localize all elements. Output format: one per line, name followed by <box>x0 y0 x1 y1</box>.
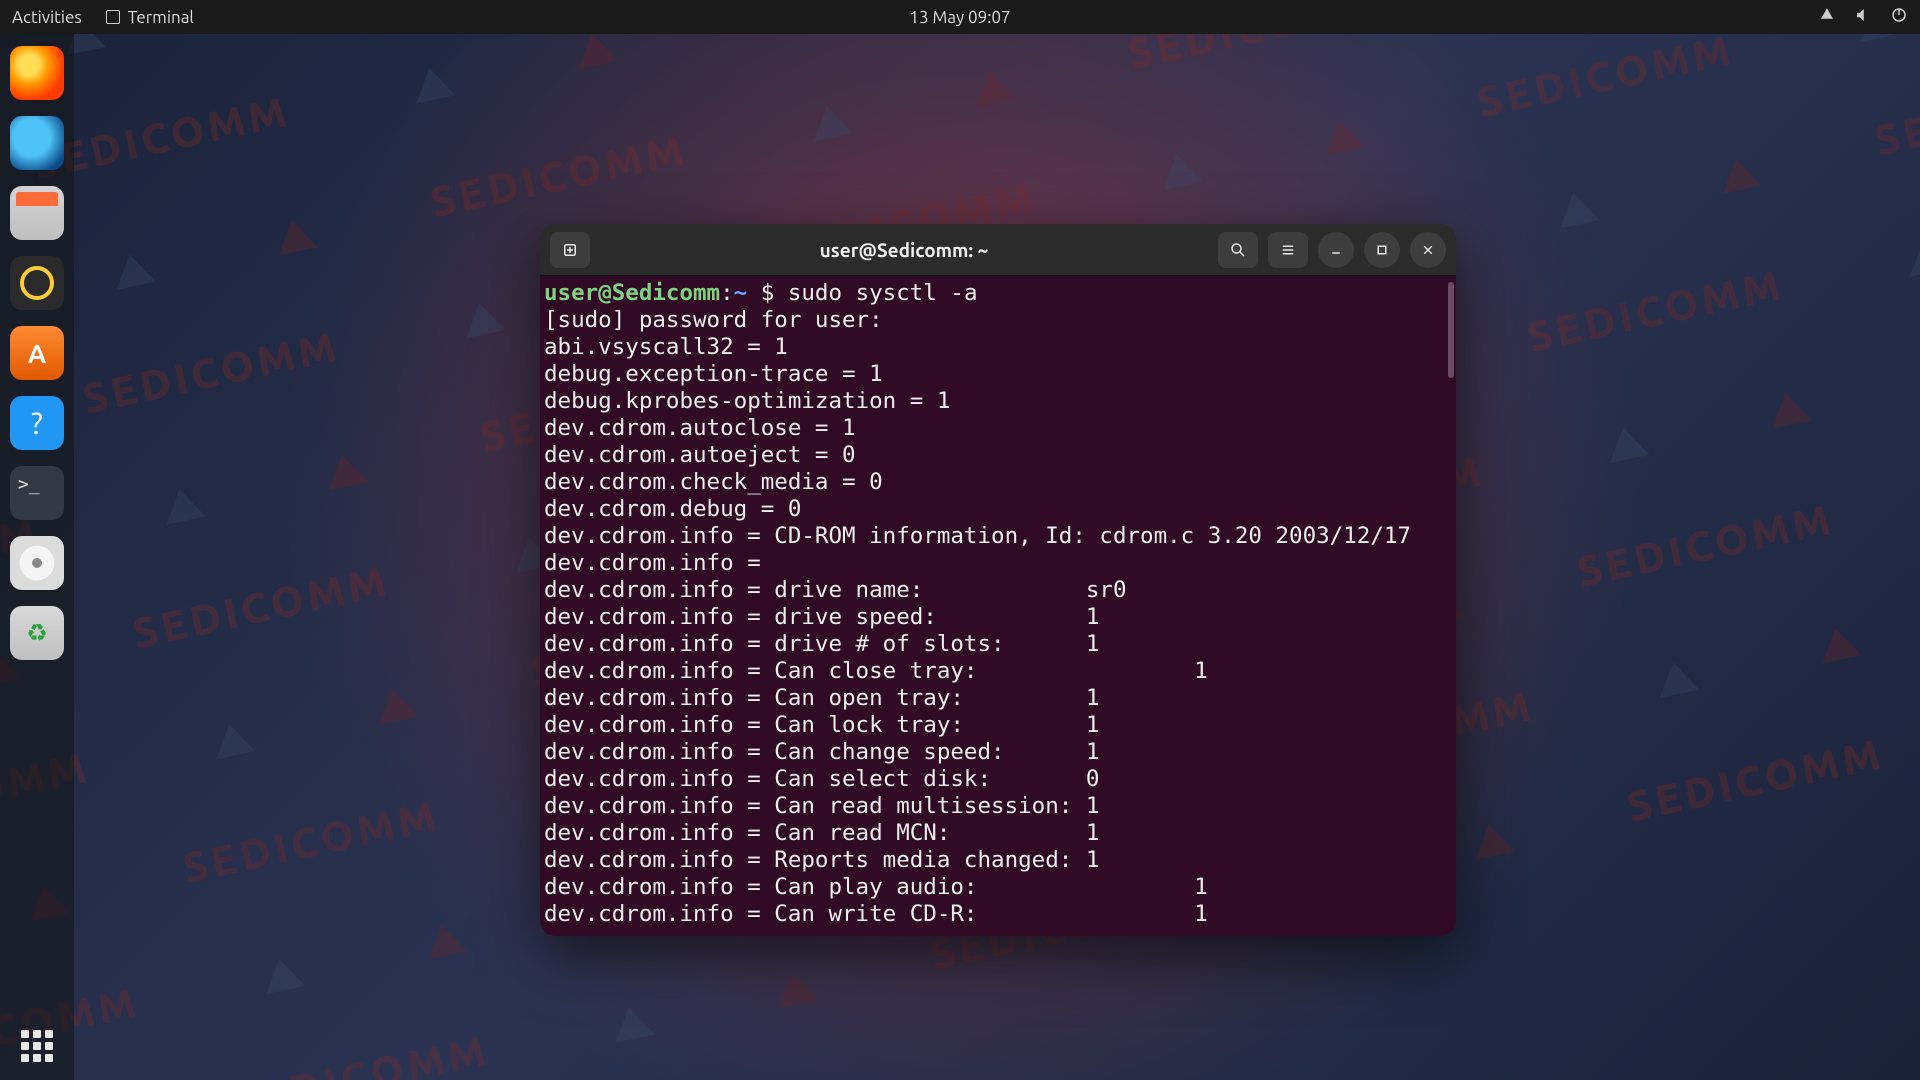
disc-icon[interactable] <box>10 536 64 590</box>
terminal-line: debug.exception-trace = 1 <box>544 361 883 387</box>
terminal-scrollbar[interactable] <box>1448 282 1454 378</box>
dock: ? <box>0 34 74 1080</box>
show-applications-button[interactable] <box>21 1030 53 1062</box>
firefox-icon[interactable] <box>10 46 64 100</box>
maximize-button[interactable] <box>1364 232 1400 268</box>
terminal-line: dev.cdrom.autoclose = 1 <box>544 415 856 441</box>
terminal-line: dev.cdrom.info = Can write CD-R: 1 <box>544 901 1208 927</box>
prompt-userhost: user@Sedicomm <box>544 280 720 306</box>
terminal-line: dev.cdrom.check_media = 0 <box>544 469 883 495</box>
terminal-titlebar[interactable]: user@Sedicomm: ~ <box>540 224 1456 276</box>
terminal-line: dev.cdrom.info = Can change speed: 1 <box>544 739 1099 765</box>
trash-icon[interactable] <box>10 606 64 660</box>
terminal-line: dev.cdrom.info = Can lock tray: 1 <box>544 712 1099 738</box>
menu-button[interactable] <box>1268 232 1308 268</box>
power-icon[interactable] <box>1890 6 1908 28</box>
prompt-colon: : <box>720 280 734 306</box>
terminal-window: user@Sedicomm: ~ user@Sedicomm:~ $ sudo … <box>540 224 1456 936</box>
close-button[interactable] <box>1410 232 1446 268</box>
terminal-body[interactable]: user@Sedicomm:~ $ sudo sysctl -a [sudo] … <box>540 276 1456 936</box>
terminal-line: dev.cdrom.info = CD-ROM information, Id:… <box>544 523 1411 549</box>
thunderbird-icon[interactable] <box>10 116 64 170</box>
network-icon[interactable] <box>1818 6 1836 28</box>
terminal-line: dev.cdrom.info = Can close tray: 1 <box>544 658 1208 684</box>
app-indicator[interactable]: Terminal <box>106 8 194 27</box>
search-button[interactable] <box>1218 232 1258 268</box>
terminal-line: dev.cdrom.info = Can read multisession: … <box>544 793 1099 819</box>
terminal-line: dev.cdrom.info = Can open tray: 1 <box>544 685 1099 711</box>
terminal-line: abi.vsyscall32 = 1 <box>544 334 788 360</box>
terminal-line: dev.cdrom.debug = 0 <box>544 496 801 522</box>
terminal-line: dev.cdrom.info = Can read MCN: 1 <box>544 820 1099 846</box>
prompt-path: ~ <box>734 280 748 306</box>
software-icon[interactable] <box>10 326 64 380</box>
terminal-line: dev.cdrom.info = Can play audio: 1 <box>544 874 1208 900</box>
volume-icon[interactable] <box>1854 6 1872 28</box>
help-icon[interactable]: ? <box>10 396 64 450</box>
app-indicator-label: Terminal <box>128 8 194 27</box>
prompt-dollar: $ <box>761 280 775 306</box>
new-tab-button[interactable] <box>550 232 590 268</box>
terminal-dock-icon[interactable] <box>10 466 64 520</box>
terminal-line: dev.cdrom.autoeject = 0 <box>544 442 856 468</box>
terminal-content: user@Sedicomm:~ $ sudo sysctl -a [sudo] … <box>544 280 1448 928</box>
terminal-command: sudo sysctl -a <box>788 280 978 306</box>
terminal-line: dev.cdrom.info = drive name: sr0 <box>544 577 1126 603</box>
minimize-button[interactable] <box>1318 232 1354 268</box>
rhythmbox-icon[interactable] <box>10 256 64 310</box>
terminal-title: user@Sedicomm: ~ <box>598 239 1210 261</box>
terminal-line: [sudo] password for user: <box>544 307 883 333</box>
terminal-line: dev.cdrom.info = drive speed: 1 <box>544 604 1099 630</box>
activities-button[interactable]: Activities <box>12 8 82 27</box>
terminal-line: dev.cdrom.info = <box>544 550 761 576</box>
terminal-line: dev.cdrom.info = Can select disk: 0 <box>544 766 1099 792</box>
terminal-app-icon <box>106 10 120 24</box>
terminal-line: dev.cdrom.info = drive # of slots: 1 <box>544 631 1099 657</box>
terminal-line: debug.kprobes-optimization = 1 <box>544 388 950 414</box>
terminal-line: dev.cdrom.info = Reports media changed: … <box>544 847 1099 873</box>
top-bar: Activities Terminal 13 May 09:07 <box>0 0 1920 34</box>
files-icon[interactable] <box>10 186 64 240</box>
clock[interactable]: 13 May 09:07 <box>909 8 1010 27</box>
